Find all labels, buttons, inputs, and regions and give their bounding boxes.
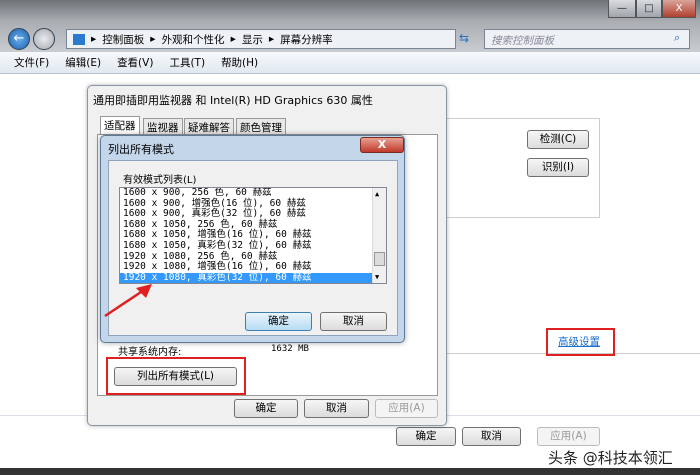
scrollbar[interactable]: ▲ ▼ <box>372 188 386 283</box>
red-arrow-annotation <box>104 284 152 318</box>
identify-button[interactable]: 识别(I) <box>527 158 589 177</box>
search-input[interactable]: 搜索控制面板 <box>484 29 690 49</box>
shared-memory-value: 1632 MB <box>271 344 309 354</box>
menu-tools[interactable]: 工具(T) <box>169 55 205 70</box>
breadcrumb-item[interactable]: 显示 <box>242 32 263 47</box>
tab-adapter[interactable]: 适配器 <box>100 116 140 135</box>
list-all-modes-button[interactable]: 列出所有模式(L) <box>114 367 237 386</box>
modes-listbox[interactable]: 1600 x 900, 256 色, 60 赫兹 1600 x 900, 增强色(… <box>119 187 387 284</box>
menu-edit[interactable]: 编辑(E) <box>65 55 101 70</box>
breadcrumb-sep-icon: ▸ <box>230 33 236 45</box>
detect-button[interactable]: 检测(C) <box>527 130 589 149</box>
minimize-button[interactable]: — <box>608 0 636 18</box>
props-apply-button: 应用(A) <box>375 399 438 418</box>
menu-view[interactable]: 查看(V) <box>117 55 153 70</box>
ok-button[interactable]: 确定 <box>396 427 456 446</box>
menu-file[interactable]: 文件(F) <box>14 55 49 70</box>
props-ok-button[interactable]: 确定 <box>234 399 298 418</box>
menu-help[interactable]: 帮助(H) <box>221 55 258 70</box>
apply-button: 应用(A) <box>537 427 600 446</box>
close-window-button[interactable]: X <box>662 0 696 18</box>
maximize-button[interactable]: □ <box>636 0 662 18</box>
refresh-icon[interactable]: ⇆ <box>459 31 469 45</box>
cancel-button[interactable]: 取消 <box>462 427 521 446</box>
tab-monitor[interactable]: 监视器 <box>143 118 183 135</box>
address-bar[interactable]: ▸ 控制面板 ▸ 外观和个性化 ▸ 显示 ▸ 屏幕分辨率 <box>66 29 456 49</box>
mode-list-item[interactable]: 1600 x 900, 256 色, 60 赫兹 <box>120 188 386 199</box>
breadcrumb-item[interactable]: 外观和个性化 <box>162 32 225 47</box>
screen-edge <box>0 468 700 475</box>
scroll-up-icon[interactable]: ▲ <box>375 189 379 200</box>
control-panel-icon <box>73 33 85 45</box>
breadcrumb-sep-icon: ▸ <box>91 33 97 45</box>
breadcrumb-sep-icon: ▸ <box>268 33 275 45</box>
modes-cancel-button[interactable]: 取消 <box>320 312 387 331</box>
close-dialog-button[interactable]: X <box>360 137 404 153</box>
mode-list-item[interactable]: 1680 x 1050, 真彩色(32 位), 60 赫兹 <box>120 240 386 252</box>
scroll-down-icon[interactable]: ▼ <box>375 272 379 283</box>
breadcrumb-sep-icon: ▸ <box>150 33 156 45</box>
shared-memory-label: 共享系统内存: <box>118 347 182 358</box>
tab-troubleshoot[interactable]: 疑难解答 <box>184 118 234 135</box>
advanced-settings-link[interactable]: 高级设置 <box>558 334 600 349</box>
modes-dialog-title: 列出所有模式 <box>108 143 174 156</box>
dialog-title: 通用即插即用监视器 和 Intel(R) HD Graphics 630 属性 <box>93 94 373 107</box>
back-button[interactable]: ← <box>8 28 30 50</box>
modes-ok-button[interactable]: 确定 <box>245 312 312 331</box>
search-icon[interactable]: ⌕ <box>674 31 680 45</box>
modes-list-label: 有效模式列表(L) <box>123 175 197 186</box>
watermark: 头条 @科技本领汇 <box>548 449 673 467</box>
menu-bar: 文件(F) 编辑(E) 查看(V) 工具(T) 帮助(H) <box>0 52 700 74</box>
tab-color-management[interactable]: 颜色管理 <box>236 118 286 135</box>
props-cancel-button[interactable]: 取消 <box>304 399 369 418</box>
forward-button[interactable] <box>33 28 55 50</box>
breadcrumb-item[interactable]: 屏幕分辨率 <box>280 32 333 47</box>
scrollbar-thumb[interactable] <box>374 252 385 266</box>
breadcrumb-item[interactable]: 控制面板 <box>102 32 144 47</box>
